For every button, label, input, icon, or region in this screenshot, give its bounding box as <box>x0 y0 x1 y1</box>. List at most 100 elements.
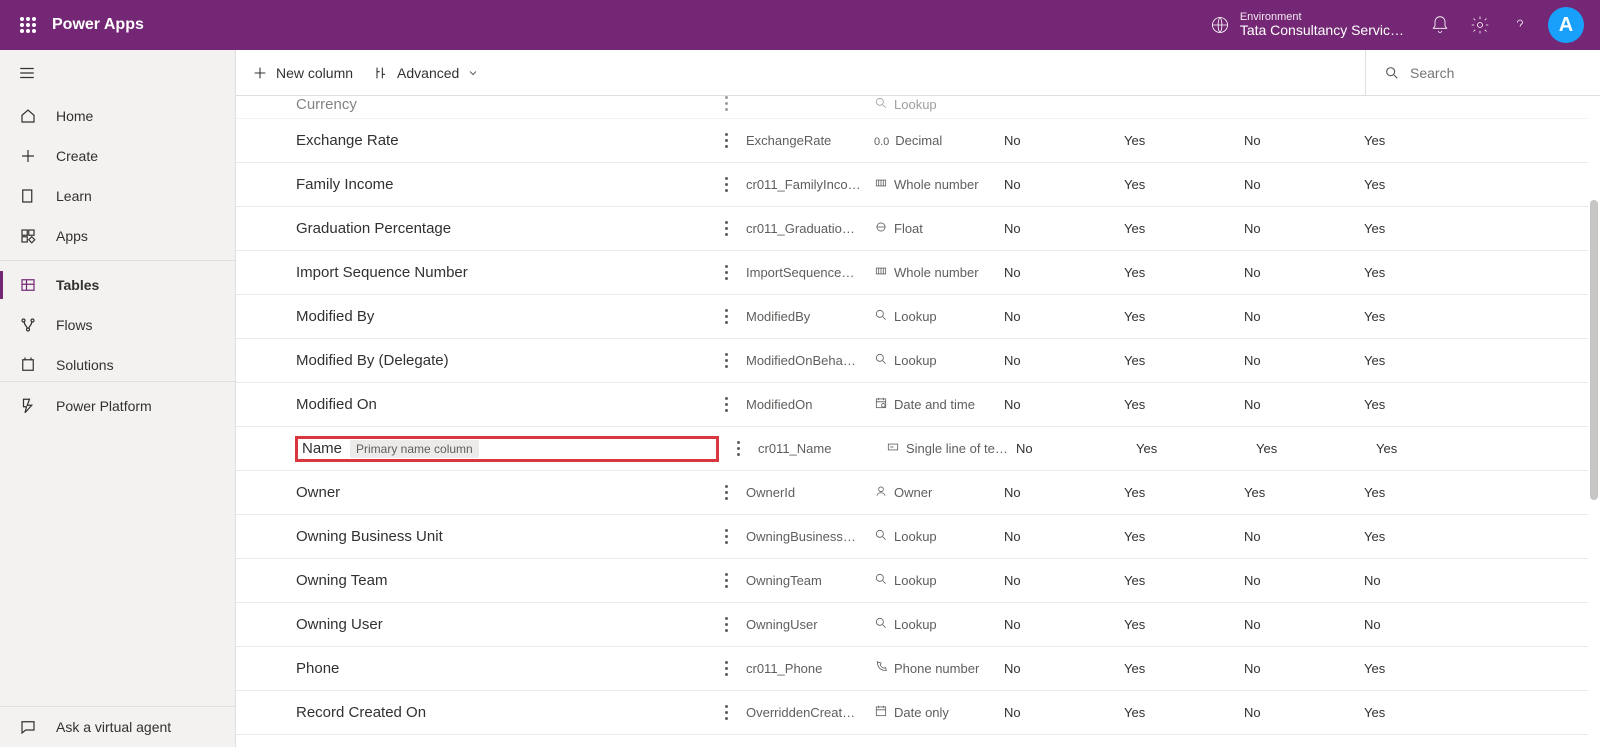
row-more-button[interactable] <box>725 309 728 324</box>
sidebar-item-tables[interactable]: Tables <box>0 265 235 305</box>
col-flag-1: No <box>1004 133 1124 148</box>
sidebar-item-create[interactable]: Create <box>0 136 235 176</box>
advanced-button[interactable]: Advanced <box>373 65 479 81</box>
sidebar-item-label: Tables <box>56 277 99 293</box>
col-flag-1: No <box>1016 441 1136 456</box>
col-flag-1: No <box>1004 221 1124 236</box>
column-schema-name: OverriddenCreat… <box>746 705 874 720</box>
row-more-button[interactable] <box>725 397 728 412</box>
row-more-button[interactable] <box>725 96 728 111</box>
column-type: Whole number <box>874 264 1004 281</box>
column-type: Lookup <box>874 572 1004 589</box>
column-type: Single line of te… <box>886 440 1016 457</box>
col-flag-2: Yes <box>1124 573 1244 588</box>
environment-picker[interactable]: Environment Tata Consultancy Servic… <box>1210 11 1404 38</box>
scrollbar[interactable] <box>1590 200 1598 500</box>
row-more-button[interactable] <box>725 529 728 544</box>
row-more-button[interactable] <box>725 177 728 192</box>
column-display-name: Owning Team <box>296 572 706 589</box>
row-more-button[interactable] <box>725 221 728 236</box>
table-row[interactable]: Modified On ModifiedOn Date and time No … <box>236 383 1588 427</box>
column-schema-name: OwnerId <box>746 485 874 500</box>
row-more-button[interactable] <box>725 573 728 588</box>
hamburger-button[interactable] <box>0 50 235 96</box>
chevron-down-icon <box>467 67 479 79</box>
column-display-name: Owning Business Unit <box>296 528 706 545</box>
table-row[interactable]: Modified By (Delegate) ModifiedOnBeha… L… <box>236 339 1588 383</box>
sidebar-item-power-platform[interactable]: Power Platform <box>0 386 235 426</box>
search-icon <box>1384 65 1400 81</box>
sidebar-item-flows[interactable]: Flows <box>0 305 235 345</box>
col-flag-1: No <box>1004 353 1124 368</box>
side-nav: Home Create Learn Apps Tables Flows Solu… <box>0 50 236 747</box>
sidebar-item-learn[interactable]: Learn <box>0 176 235 216</box>
col-flag-3: No <box>1244 309 1364 324</box>
table-row[interactable]: Exchange Rate ExchangeRate 0.0 Decimal N… <box>236 119 1588 163</box>
table-row[interactable]: Owning Team OwningTeam Lookup No Yes No … <box>236 559 1588 603</box>
table-row[interactable]: Graduation Percentage cr011_Graduatio… F… <box>236 207 1588 251</box>
settings-button[interactable] <box>1460 0 1500 50</box>
col-flag-3: No <box>1244 265 1364 280</box>
new-column-button[interactable]: New column <box>252 65 353 81</box>
table-row[interactable]: Owning User OwningUser Lookup No Yes No … <box>236 603 1588 647</box>
row-more-button[interactable] <box>725 617 728 632</box>
table-row[interactable]: Phone cr011_Phone Phone number No Yes No… <box>236 647 1588 691</box>
col-flag-3: No <box>1244 177 1364 192</box>
datetime-icon <box>874 396 888 413</box>
col-flag-2: Yes <box>1124 397 1244 412</box>
row-more-button[interactable] <box>725 661 728 676</box>
home-icon <box>18 106 38 126</box>
row-more-button[interactable] <box>725 353 728 368</box>
text-icon <box>886 440 900 457</box>
row-more-button[interactable] <box>737 441 740 456</box>
waffle-icon[interactable] <box>12 9 44 41</box>
dateonly-icon <box>874 704 888 721</box>
ask-virtual-agent[interactable]: Ask a virtual agent <box>0 707 235 747</box>
col-flag-2: Yes <box>1124 661 1244 676</box>
col-flag-1: No <box>1004 265 1124 280</box>
row-more-button[interactable] <box>725 485 728 500</box>
advanced-label: Advanced <box>397 65 459 81</box>
table-row[interactable]: Name Primary name column cr011_Name Sing… <box>236 427 1588 471</box>
search-input[interactable] <box>1408 64 1562 82</box>
col-flag-1: No <box>1004 397 1124 412</box>
notifications-button[interactable] <box>1420 0 1460 50</box>
column-display-name: Family Income <box>296 176 706 193</box>
column-type: Date and time <box>874 396 1004 413</box>
table-row[interactable]: Owning Business Unit OwningBusiness… Loo… <box>236 515 1588 559</box>
table-row[interactable]: Modified By ModifiedBy Lookup No Yes No … <box>236 295 1588 339</box>
lookup-icon <box>874 308 888 325</box>
col-flag-1: No <box>1004 309 1124 324</box>
table-row[interactable]: Family Income cr011_FamilyInco… Whole nu… <box>236 163 1588 207</box>
column-schema-name: OwningUser <box>746 617 874 632</box>
col-flag-4: Yes <box>1364 705 1444 720</box>
sidebar-item-solutions[interactable]: Solutions <box>0 345 235 377</box>
column-schema-name: OwningTeam <box>746 573 874 588</box>
lookup-icon <box>874 572 888 589</box>
col-flag-1: No <box>1004 177 1124 192</box>
table-row[interactable]: Import Sequence Number ImportSequence… W… <box>236 251 1588 295</box>
col-flag-4: Yes <box>1364 529 1444 544</box>
column-display-name: Modified On <box>296 396 706 413</box>
chat-icon <box>18 717 38 737</box>
col-flag-2: Yes <box>1124 309 1244 324</box>
table-row[interactable]: Currency Lookup <box>236 96 1588 119</box>
sidebar-item-apps[interactable]: Apps <box>0 216 235 256</box>
table-row[interactable]: Record Created On OverriddenCreat… Date … <box>236 691 1588 735</box>
col-flag-2: Yes <box>1124 133 1244 148</box>
row-more-button[interactable] <box>725 265 728 280</box>
user-avatar[interactable]: A <box>1548 7 1584 43</box>
table-row[interactable]: Owner OwnerId Owner No Yes Yes Yes <box>236 471 1588 515</box>
row-more-button[interactable] <box>725 133 728 148</box>
row-more-button[interactable] <box>725 705 728 720</box>
sidebar-item-home[interactable]: Home <box>0 96 235 136</box>
owner-icon <box>874 484 888 501</box>
table-icon <box>18 275 38 295</box>
search-box[interactable] <box>1365 50 1584 95</box>
main-content: New column Advanced Currency <box>236 50 1600 747</box>
app-title[interactable]: Power Apps <box>52 16 144 34</box>
columns-table[interactable]: Currency Lookup Exchange Rate ExchangeRa… <box>236 96 1600 747</box>
help-button[interactable] <box>1500 0 1540 50</box>
col-flag-4: Yes <box>1364 177 1444 192</box>
book-icon <box>18 186 38 206</box>
